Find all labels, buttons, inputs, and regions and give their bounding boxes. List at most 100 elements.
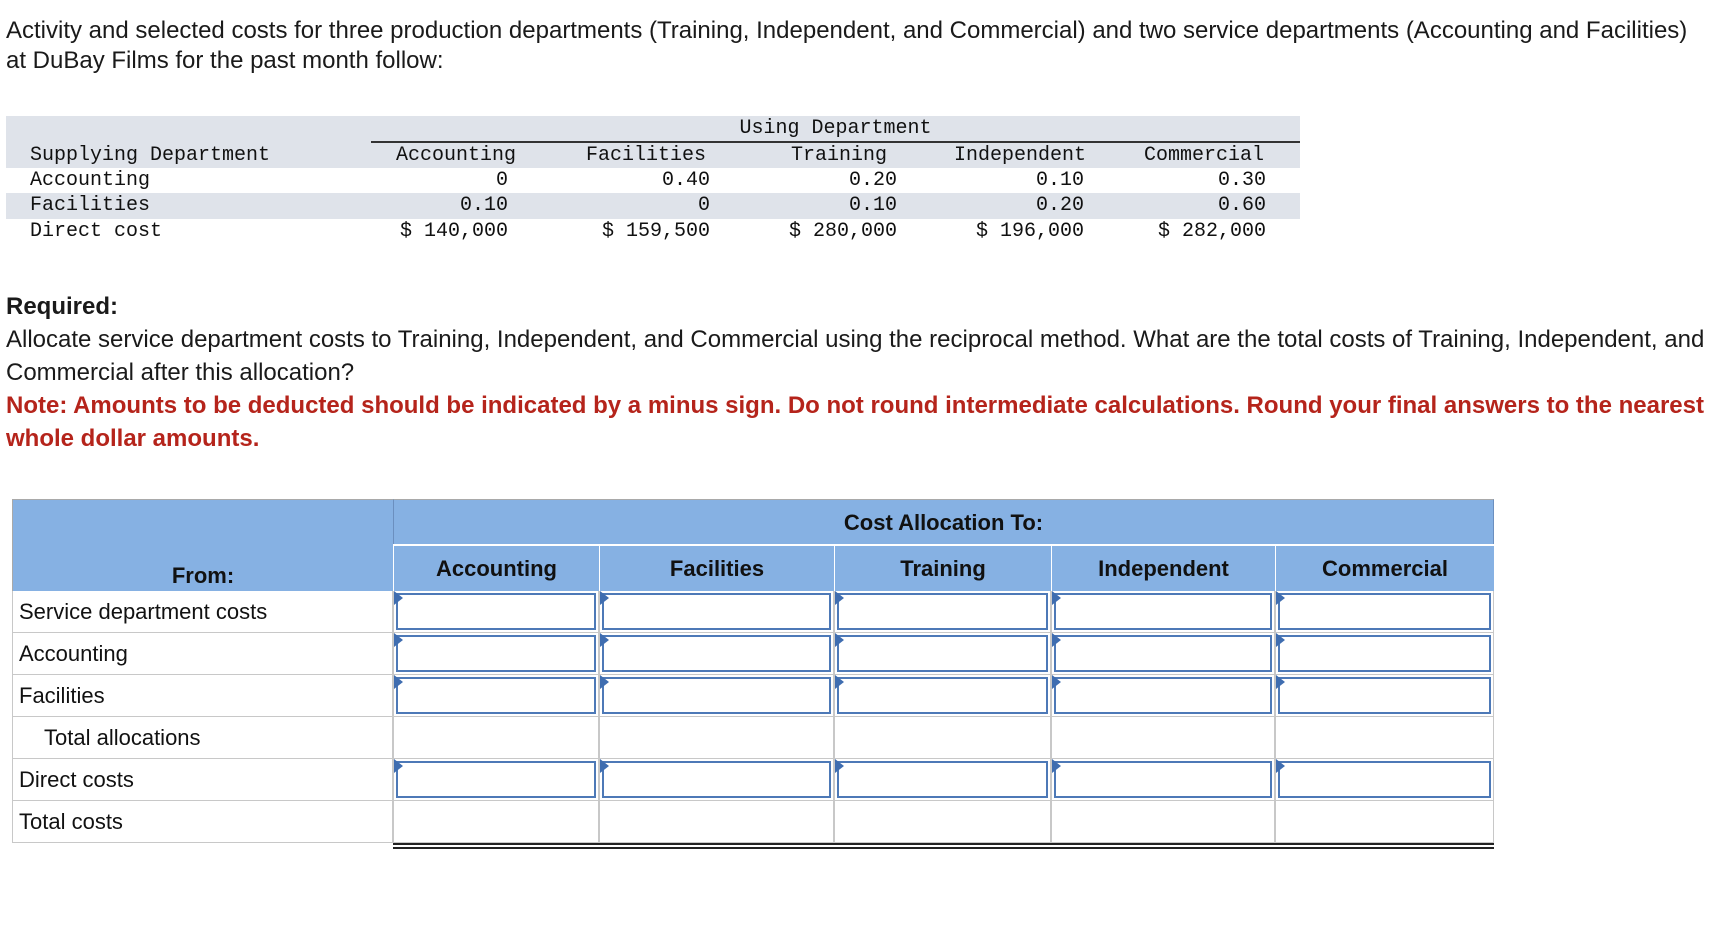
answer-input-direct-costs-training[interactable] [837, 761, 1048, 798]
input-marker-icon [835, 675, 844, 689]
cell: 0.40 [661, 169, 710, 192]
input-marker-icon [1276, 759, 1285, 773]
input-marker-icon [1276, 675, 1285, 689]
answer-cell [1275, 633, 1494, 675]
answer-input-service-department-costs-accounting[interactable] [396, 593, 596, 630]
supplying-department-header: Supplying Department [30, 144, 271, 167]
answer-cell [599, 717, 834, 759]
cell: 0 [495, 169, 508, 192]
input-marker-icon [394, 675, 403, 689]
answer-input-direct-costs-facilities[interactable] [602, 761, 831, 798]
col-header-independent: Independent [954, 144, 1087, 167]
activity-cost-table: Using Department Supplying Department Ac… [6, 116, 1444, 266]
answer-cell [834, 591, 1051, 633]
answer-input-facilities-accounting[interactable] [396, 677, 596, 714]
input-marker-icon [835, 591, 844, 605]
answer-input-facilities-facilities[interactable] [602, 677, 831, 714]
col-header-commercial: Commercial [1275, 546, 1494, 591]
answer-input-direct-costs-independent[interactable] [1054, 761, 1272, 798]
answer-cell [393, 759, 599, 801]
col-header-training: Training [834, 546, 1051, 591]
row-label-total-allocations: Total allocations [12, 717, 393, 759]
row-label-service-department-costs: Service department costs [12, 591, 393, 633]
row-label-direct-costs: Direct costs [12, 759, 393, 801]
answer-input-accounting-facilities[interactable] [602, 635, 831, 672]
col-header-accounting: Accounting [396, 144, 517, 167]
answer-cell [834, 675, 1051, 717]
col-header-training: Training [791, 144, 888, 167]
intro-text: Activity and selected costs for three pr… [6, 17, 1688, 74]
cell: $ 159,500 [601, 220, 710, 243]
row-label-direct-cost: Direct cost [30, 220, 163, 243]
col-header-accounting: Accounting [393, 546, 599, 591]
input-marker-icon [1276, 591, 1285, 605]
col-header-facilities: Facilities [586, 144, 707, 167]
input-marker-icon [600, 675, 609, 689]
answer-cell [834, 801, 1051, 843]
answer-cell [599, 801, 834, 843]
answer-cell [1275, 591, 1494, 633]
input-marker-icon [1052, 675, 1061, 689]
cell: $ 282,000 [1157, 220, 1266, 243]
from-label: From: [12, 545, 393, 591]
cell: 0.10 [1035, 169, 1084, 192]
input-marker-icon [835, 759, 844, 773]
answer-cell [393, 633, 599, 675]
answer-input-direct-costs-commercial[interactable] [1278, 761, 1491, 798]
row-label-accounting: Accounting [30, 169, 151, 192]
answer-cell [599, 633, 834, 675]
input-marker-icon [394, 759, 403, 773]
cell: 0.10 [848, 194, 897, 217]
answer-cell [1275, 759, 1494, 801]
input-marker-icon [1052, 759, 1061, 773]
answer-cell [1051, 717, 1275, 759]
input-marker-icon [600, 759, 609, 773]
answer-cell [1051, 801, 1275, 843]
cell: 0 [697, 194, 710, 217]
col-header-commercial: Commercial [1144, 144, 1265, 167]
answer-cell [1051, 675, 1275, 717]
cell: 0.10 [459, 194, 508, 217]
answer-input-direct-costs-accounting[interactable] [396, 761, 596, 798]
required-section: Required: Allocate service department co… [6, 290, 1712, 455]
answer-input-facilities-independent[interactable] [1054, 677, 1272, 714]
col-header-independent: Independent [1051, 546, 1275, 591]
answer-input-accounting-commercial[interactable] [1278, 635, 1491, 672]
answer-input-accounting-accounting[interactable] [396, 635, 596, 672]
answer-cell [599, 591, 834, 633]
answer-cell [1275, 675, 1494, 717]
using-department-header: Using Department [739, 117, 932, 140]
answer-input-service-department-costs-commercial[interactable] [1278, 593, 1491, 630]
answer-input-accounting-independent[interactable] [1054, 635, 1272, 672]
answer-input-service-department-costs-facilities[interactable] [602, 593, 831, 630]
answer-input-service-department-costs-independent[interactable] [1054, 593, 1272, 630]
input-marker-icon [1052, 633, 1061, 647]
answer-input-facilities-training[interactable] [837, 677, 1048, 714]
cell: $ 280,000 [788, 220, 897, 243]
answer-cell [393, 675, 599, 717]
cell: $ 140,000 [399, 220, 508, 243]
answer-cell [834, 633, 1051, 675]
answer-input-facilities-commercial[interactable] [1278, 677, 1491, 714]
required-note: Note: Amounts to be deducted should be i… [6, 392, 1704, 452]
answer-cell [599, 759, 834, 801]
cost-allocation-to-header: Cost Allocation To: [393, 499, 1494, 545]
answer-cell [393, 717, 599, 759]
row-label-facilities: Facilities [30, 194, 151, 217]
input-marker-icon [600, 591, 609, 605]
input-marker-icon [1276, 633, 1285, 647]
double-underline-bottom [393, 847, 1494, 849]
input-marker-icon [1052, 591, 1061, 605]
answer-cell [393, 591, 599, 633]
row-label-total-costs: Total costs [12, 801, 393, 843]
required-text: Allocate service department costs to Tra… [6, 326, 1705, 386]
input-marker-icon [394, 633, 403, 647]
cell: 0.60 [1217, 194, 1266, 217]
input-marker-icon [394, 591, 403, 605]
answer-cell [834, 759, 1051, 801]
answer-cell [1275, 801, 1494, 843]
answer-input-service-department-costs-training[interactable] [837, 593, 1048, 630]
answer-cell [1051, 759, 1275, 801]
answer-input-accounting-training[interactable] [837, 635, 1048, 672]
input-marker-icon [835, 633, 844, 647]
